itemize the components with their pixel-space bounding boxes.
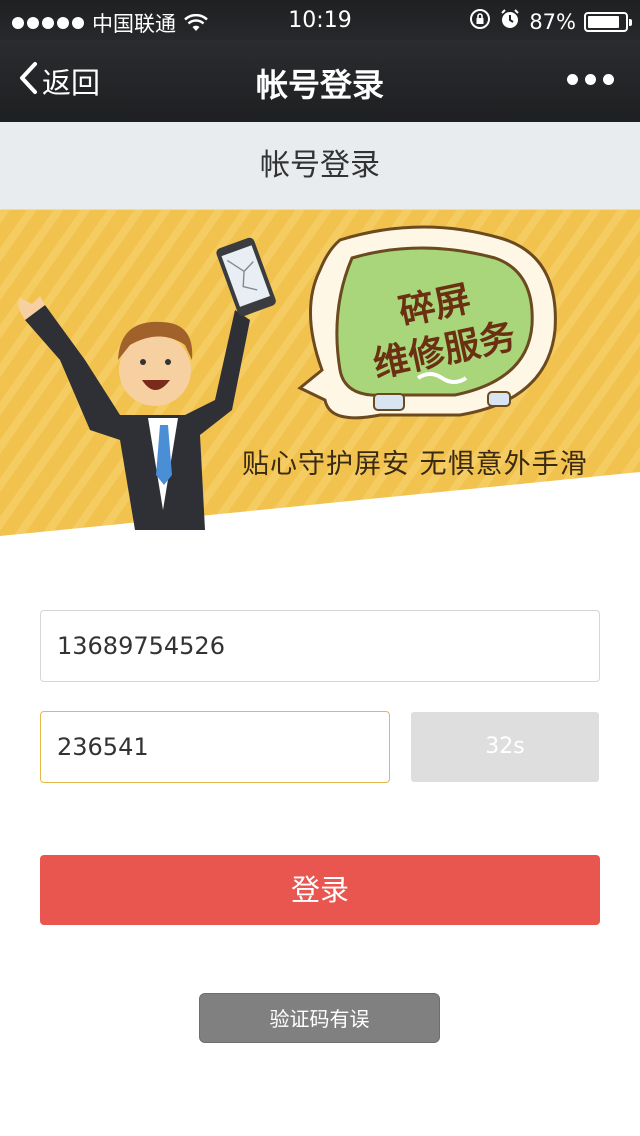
battery-percent: 87%	[529, 9, 576, 34]
battery-icon	[584, 11, 632, 32]
resend-code-countdown-button[interactable]: 32s	[411, 712, 599, 782]
battery-level	[588, 15, 620, 28]
status-right: 87%	[469, 8, 632, 35]
promo-banner: 碎屏 维修服务 贴心守护屏安 无惧意外手滑	[0, 210, 640, 540]
navigation-bar: 返回 帐号登录	[0, 40, 640, 122]
status-bar: 中国联通 10:19 87%	[0, 0, 640, 40]
banner-slogan: 贴心守护屏安 无惧意外手滑	[242, 449, 588, 480]
login-button[interactable]: 登录	[40, 855, 600, 925]
more-options-icon[interactable]	[567, 74, 614, 85]
svg-text:维修服务: 维修服务	[370, 316, 519, 386]
error-toast: 验证码有误	[199, 993, 440, 1043]
rotation-lock-icon	[469, 8, 491, 35]
page-title: 帐号登录	[0, 122, 640, 210]
bubble-text: 碎屏 维修服务	[370, 278, 519, 386]
verification-code-input[interactable]: 236541	[40, 711, 390, 783]
phone-number-input[interactable]: 13689754526	[40, 610, 600, 682]
nav-title: 帐号登录	[255, 66, 384, 104]
alarm-icon	[499, 8, 521, 35]
